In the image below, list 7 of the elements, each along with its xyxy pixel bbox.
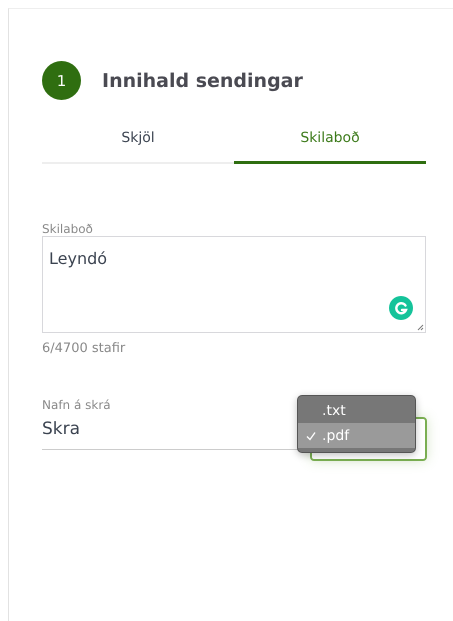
field-value: Skra bbox=[42, 419, 80, 439]
section-title: Innihald sendingar bbox=[102, 70, 303, 92]
field-label: Skilaboð bbox=[42, 222, 94, 236]
field-label: Nafn á skrá bbox=[42, 398, 111, 412]
character-counter: 6/4700 stafir bbox=[42, 341, 126, 356]
field-value: Leyndó bbox=[49, 249, 108, 268]
step-number: 1 bbox=[42, 61, 81, 100]
